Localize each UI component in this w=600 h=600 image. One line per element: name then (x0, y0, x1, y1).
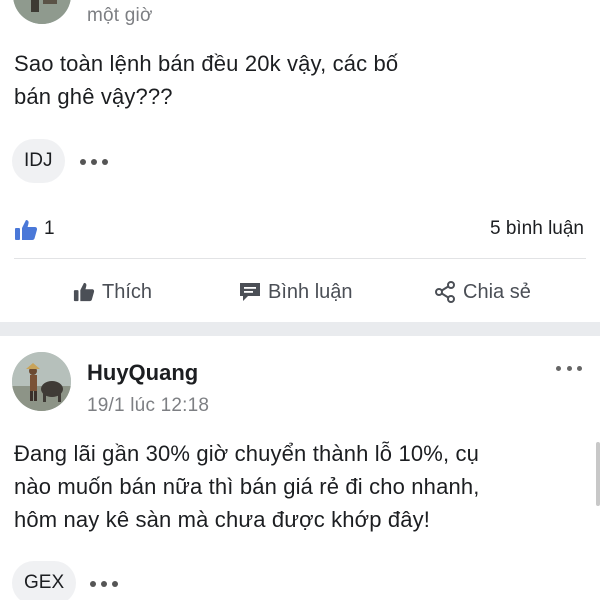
post-text-line: Sao toàn lệnh bán đều 20k vậy, các bố (14, 51, 399, 76)
comment-bubble-icon (240, 283, 260, 301)
post-text: Đang lãi gần 30% giờ chuyển thành lỗ 10%… (14, 437, 479, 536)
post-text: Sao toàn lệnh bán đều 20k vậy, các bố bá… (14, 47, 398, 113)
post-actions: Thích Bình luận Chia sẻ (0, 268, 600, 314)
post-time[interactable]: một giờ (87, 5, 153, 27)
avatar-photo (13, 0, 71, 24)
author-name[interactable]: HuyQuang (87, 360, 198, 386)
post-time[interactable]: 19/1 lúc 12:18 (87, 395, 209, 417)
divider (14, 258, 586, 259)
share-icon (435, 281, 455, 303)
stock-tag-chip[interactable]: IDJ (12, 139, 65, 183)
like-button[interactable]: Thích (72, 278, 152, 306)
comment-button[interactable]: Bình luận (238, 278, 353, 306)
thumbs-up-icon (73, 282, 95, 302)
more-dots-icon[interactable] (80, 157, 108, 167)
more-dots-icon[interactable] (556, 364, 582, 372)
like-count[interactable]: 1 (44, 218, 55, 240)
comment-button-label: Bình luận (268, 280, 353, 303)
scrollbar[interactable] (596, 442, 600, 506)
share-button[interactable]: Chia sẻ (433, 278, 531, 306)
post-text-line: nào muốn bán nữa thì bán giá rẻ đi cho n… (14, 474, 480, 499)
post-text-line: hôm nay kê sàn mà chưa được khớp đây! (14, 507, 431, 532)
more-dots-icon[interactable] (90, 579, 118, 589)
post-text-line: bán ghê vậy??? (14, 84, 173, 109)
share-button-label: Chia sẻ (463, 280, 531, 303)
avatar-photo (12, 352, 71, 411)
like-button-label: Thích (102, 280, 153, 303)
thumbs-up-icon[interactable] (14, 218, 38, 242)
post-card: một giờ Sao toàn lệnh bán đều 20k vậy, c… (0, 0, 600, 322)
reactions-summary: 1 5 bình luận (0, 210, 600, 250)
post-card: HuyQuang 19/1 lúc 12:18 Đang lãi gần 30%… (0, 336, 600, 600)
comment-count[interactable]: 5 bình luận (490, 218, 584, 240)
avatar[interactable] (12, 352, 71, 411)
post-separator (0, 322, 600, 336)
avatar[interactable] (13, 0, 71, 24)
stock-tag-chip[interactable]: GEX (12, 561, 77, 600)
post-text-line: Đang lãi gần 30% giờ chuyển thành lỗ 10%… (14, 441, 480, 466)
